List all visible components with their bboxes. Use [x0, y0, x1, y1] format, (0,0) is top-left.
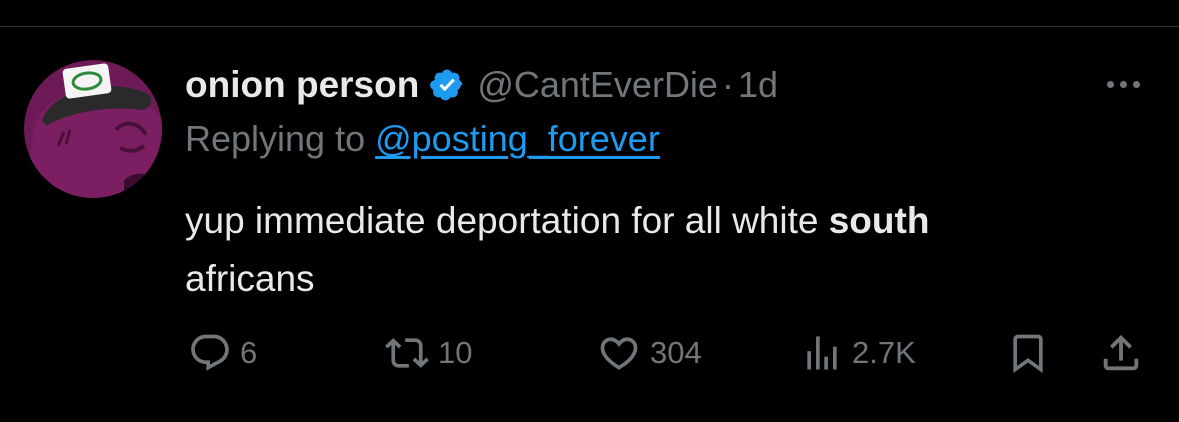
tweet-header: onion person @CantEverDie · 1d — [185, 60, 778, 110]
share-icon — [1103, 334, 1139, 371]
avatar-image — [24, 60, 162, 198]
views-icon — [807, 336, 837, 370]
replying-to-line: Replying to @posting_forever — [185, 118, 660, 160]
retweet-icon — [385, 338, 429, 368]
like-count: 304 — [650, 335, 702, 370]
retweet-count: 10 — [438, 335, 473, 370]
separator-dot: · — [721, 64, 734, 105]
tweet-text-main: yup immediate deportation for all white — [185, 200, 829, 241]
tweet-text-bold: south — [828, 200, 930, 241]
views-button[interactable]: 2.7K — [800, 328, 916, 378]
user-handle[interactable]: @CantEverDie — [477, 64, 718, 106]
avatar[interactable] — [24, 60, 162, 198]
top-divider — [0, 26, 1179, 27]
reply-count: 6 — [240, 335, 258, 370]
display-name[interactable]: onion person — [185, 64, 419, 106]
retweet-button[interactable]: 10 — [384, 328, 472, 378]
views-count: 2.7K — [852, 335, 916, 370]
timestamp[interactable]: 1d — [738, 64, 778, 106]
like-button[interactable]: 304 — [596, 328, 702, 378]
heart-icon — [600, 337, 638, 370]
reply-icon — [191, 334, 229, 371]
bookmark-button[interactable] — [1006, 328, 1050, 378]
tweet-text-line2: africans — [185, 258, 315, 299]
verified-badge-icon — [429, 67, 465, 103]
mention-link[interactable]: @posting_forever — [375, 118, 660, 159]
share-button[interactable] — [1098, 328, 1144, 378]
tweet-text: yup immediate deportation for all white … — [185, 192, 1145, 308]
replying-prefix: Replying to — [185, 118, 376, 159]
reply-button[interactable]: 6 — [188, 328, 257, 378]
action-bar: 6 10 304 2.7K — [0, 328, 1179, 378]
more-options-icon[interactable] — [1098, 66, 1148, 102]
bookmark-icon — [1013, 334, 1043, 374]
